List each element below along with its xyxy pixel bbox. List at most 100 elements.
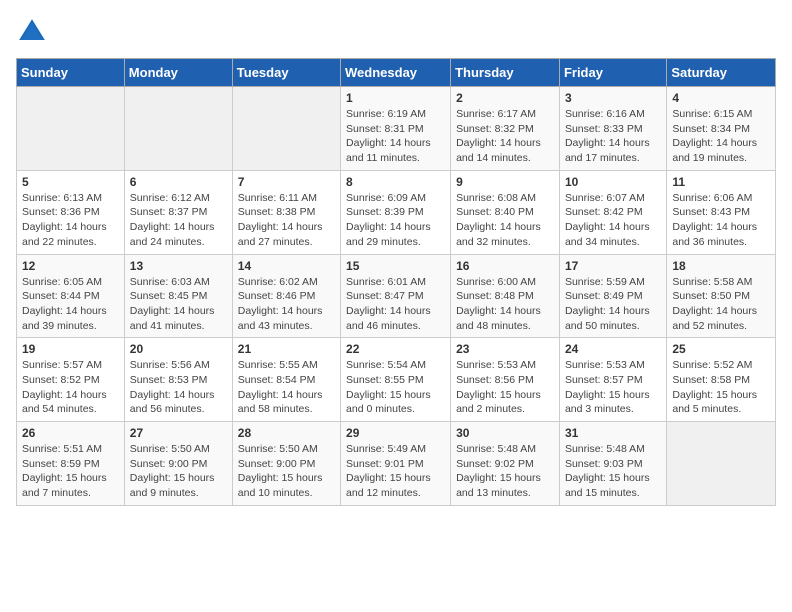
day-number: 11 [672, 175, 770, 189]
day-header-thursday: Thursday [451, 59, 560, 87]
day-info: Sunrise: 6:13 AM Sunset: 8:36 PM Dayligh… [22, 191, 119, 250]
calendar-cell: 17 Sunrise: 5:59 AM Sunset: 8:49 PM Dayli… [559, 254, 666, 338]
calendar-cell: 13 Sunrise: 6:03 AM Sunset: 8:45 PM Dayli… [124, 254, 232, 338]
calendar-cell: 22 Sunrise: 5:54 AM Sunset: 8:55 PM Dayli… [341, 338, 451, 422]
calendar-cell: 12 Sunrise: 6:05 AM Sunset: 8:44 PM Dayli… [17, 254, 125, 338]
day-number: 25 [672, 342, 770, 356]
calendar-cell: 25 Sunrise: 5:52 AM Sunset: 8:58 PM Dayli… [667, 338, 776, 422]
page-header [16, 16, 776, 48]
day-info: Sunrise: 6:01 AM Sunset: 8:47 PM Dayligh… [346, 275, 445, 334]
day-info: Sunrise: 6:09 AM Sunset: 8:39 PM Dayligh… [346, 191, 445, 250]
day-info: Sunrise: 5:56 AM Sunset: 8:53 PM Dayligh… [130, 358, 227, 417]
day-info: Sunrise: 5:57 AM Sunset: 8:52 PM Dayligh… [22, 358, 119, 417]
day-info: Sunrise: 6:12 AM Sunset: 8:37 PM Dayligh… [130, 191, 227, 250]
day-info: Sunrise: 5:50 AM Sunset: 9:00 PM Dayligh… [238, 442, 335, 501]
day-number: 18 [672, 259, 770, 273]
calendar-cell: 30 Sunrise: 5:48 AM Sunset: 9:02 PM Dayli… [451, 422, 560, 506]
day-number: 14 [238, 259, 335, 273]
day-header-saturday: Saturday [667, 59, 776, 87]
day-number: 13 [130, 259, 227, 273]
calendar-cell: 27 Sunrise: 5:50 AM Sunset: 9:00 PM Dayli… [124, 422, 232, 506]
calendar-header-row: SundayMondayTuesdayWednesdayThursdayFrid… [17, 59, 776, 87]
day-info: Sunrise: 6:16 AM Sunset: 8:33 PM Dayligh… [565, 107, 661, 166]
day-info: Sunrise: 5:54 AM Sunset: 8:55 PM Dayligh… [346, 358, 445, 417]
day-info: Sunrise: 6:08 AM Sunset: 8:40 PM Dayligh… [456, 191, 554, 250]
calendar-cell: 21 Sunrise: 5:55 AM Sunset: 8:54 PM Dayli… [232, 338, 340, 422]
day-info: Sunrise: 5:52 AM Sunset: 8:58 PM Dayligh… [672, 358, 770, 417]
calendar-cell: 23Sunrise: 5:53 AM Sunset: 8:56 PM Dayli… [451, 338, 560, 422]
day-number: 28 [238, 426, 335, 440]
day-info: Sunrise: 6:03 AM Sunset: 8:45 PM Dayligh… [130, 275, 227, 334]
calendar-week-row: 19 Sunrise: 5:57 AM Sunset: 8:52 PM Dayli… [17, 338, 776, 422]
day-number: 23 [456, 342, 554, 356]
calendar-cell: 26Sunrise: 5:51 AM Sunset: 8:59 PM Dayli… [17, 422, 125, 506]
calendar-cell: 4Sunrise: 6:15 AM Sunset: 8:34 PM Daylig… [667, 87, 776, 171]
calendar-cell [124, 87, 232, 171]
day-number: 12 [22, 259, 119, 273]
day-number: 24 [565, 342, 661, 356]
day-number: 19 [22, 342, 119, 356]
calendar-cell: 9 Sunrise: 6:08 AM Sunset: 8:40 PM Daylig… [451, 170, 560, 254]
day-header-sunday: Sunday [17, 59, 125, 87]
day-number: 31 [565, 426, 661, 440]
day-number: 26 [22, 426, 119, 440]
day-info: Sunrise: 6:11 AM Sunset: 8:38 PM Dayligh… [238, 191, 335, 250]
day-number: 4 [672, 91, 770, 105]
calendar-cell: 16Sunrise: 6:00 AM Sunset: 8:48 PM Dayli… [451, 254, 560, 338]
calendar-cell: 3 Sunrise: 6:16 AM Sunset: 8:33 PM Daylig… [559, 87, 666, 171]
calendar-cell: 1Sunrise: 6:19 AM Sunset: 8:31 PM Daylig… [341, 87, 451, 171]
day-number: 27 [130, 426, 227, 440]
calendar-cell: 24 Sunrise: 5:53 AM Sunset: 8:57 PM Dayli… [559, 338, 666, 422]
day-info: Sunrise: 5:58 AM Sunset: 8:50 PM Dayligh… [672, 275, 770, 334]
calendar-cell: 8 Sunrise: 6:09 AM Sunset: 8:39 PM Daylig… [341, 170, 451, 254]
day-info: Sunrise: 5:48 AM Sunset: 9:03 PM Dayligh… [565, 442, 661, 501]
calendar-week-row: 26Sunrise: 5:51 AM Sunset: 8:59 PM Dayli… [17, 422, 776, 506]
day-number: 7 [238, 175, 335, 189]
calendar-table: SundayMondayTuesdayWednesdayThursdayFrid… [16, 58, 776, 506]
day-number: 8 [346, 175, 445, 189]
day-number: 29 [346, 426, 445, 440]
day-info: Sunrise: 6:02 AM Sunset: 8:46 PM Dayligh… [238, 275, 335, 334]
day-number: 5 [22, 175, 119, 189]
day-number: 16 [456, 259, 554, 273]
calendar-week-row: 12 Sunrise: 6:05 AM Sunset: 8:44 PM Dayli… [17, 254, 776, 338]
day-number: 21 [238, 342, 335, 356]
day-info: Sunrise: 5:48 AM Sunset: 9:02 PM Dayligh… [456, 442, 554, 501]
day-info: Sunrise: 6:05 AM Sunset: 8:44 PM Dayligh… [22, 275, 119, 334]
calendar-cell: 29 Sunrise: 5:49 AM Sunset: 9:01 PM Dayli… [341, 422, 451, 506]
day-number: 9 [456, 175, 554, 189]
calendar-cell: 18 Sunrise: 5:58 AM Sunset: 8:50 PM Dayli… [667, 254, 776, 338]
day-info: Sunrise: 6:19 AM Sunset: 8:31 PM Dayligh… [346, 107, 445, 166]
calendar-week-row: 1Sunrise: 6:19 AM Sunset: 8:31 PM Daylig… [17, 87, 776, 171]
day-number: 22 [346, 342, 445, 356]
day-number: 20 [130, 342, 227, 356]
calendar-cell: 15Sunrise: 6:01 AM Sunset: 8:47 PM Dayli… [341, 254, 451, 338]
day-number: 6 [130, 175, 227, 189]
calendar-cell: 19 Sunrise: 5:57 AM Sunset: 8:52 PM Dayli… [17, 338, 125, 422]
day-number: 17 [565, 259, 661, 273]
day-info: Sunrise: 5:59 AM Sunset: 8:49 PM Dayligh… [565, 275, 661, 334]
day-info: Sunrise: 5:50 AM Sunset: 9:00 PM Dayligh… [130, 442, 227, 501]
day-header-tuesday: Tuesday [232, 59, 340, 87]
day-number: 3 [565, 91, 661, 105]
calendar-cell [232, 87, 340, 171]
day-header-monday: Monday [124, 59, 232, 87]
calendar-cell [667, 422, 776, 506]
day-info: Sunrise: 5:55 AM Sunset: 8:54 PM Dayligh… [238, 358, 335, 417]
day-number: 10 [565, 175, 661, 189]
calendar-cell: 28 Sunrise: 5:50 AM Sunset: 9:00 PM Dayli… [232, 422, 340, 506]
day-number: 2 [456, 91, 554, 105]
day-number: 30 [456, 426, 554, 440]
day-header-wednesday: Wednesday [341, 59, 451, 87]
calendar-week-row: 5 Sunrise: 6:13 AM Sunset: 8:36 PM Daylig… [17, 170, 776, 254]
calendar-cell: 5 Sunrise: 6:13 AM Sunset: 8:36 PM Daylig… [17, 170, 125, 254]
day-info: Sunrise: 6:17 AM Sunset: 8:32 PM Dayligh… [456, 107, 554, 166]
day-header-friday: Friday [559, 59, 666, 87]
logo [16, 16, 52, 48]
calendar-cell: 7 Sunrise: 6:11 AM Sunset: 8:38 PM Daylig… [232, 170, 340, 254]
day-info: Sunrise: 6:07 AM Sunset: 8:42 PM Dayligh… [565, 191, 661, 250]
day-info: Sunrise: 6:06 AM Sunset: 8:43 PM Dayligh… [672, 191, 770, 250]
calendar-cell: 6 Sunrise: 6:12 AM Sunset: 8:37 PM Daylig… [124, 170, 232, 254]
day-info: Sunrise: 5:53 AM Sunset: 8:57 PM Dayligh… [565, 358, 661, 417]
day-info: Sunrise: 5:49 AM Sunset: 9:01 PM Dayligh… [346, 442, 445, 501]
